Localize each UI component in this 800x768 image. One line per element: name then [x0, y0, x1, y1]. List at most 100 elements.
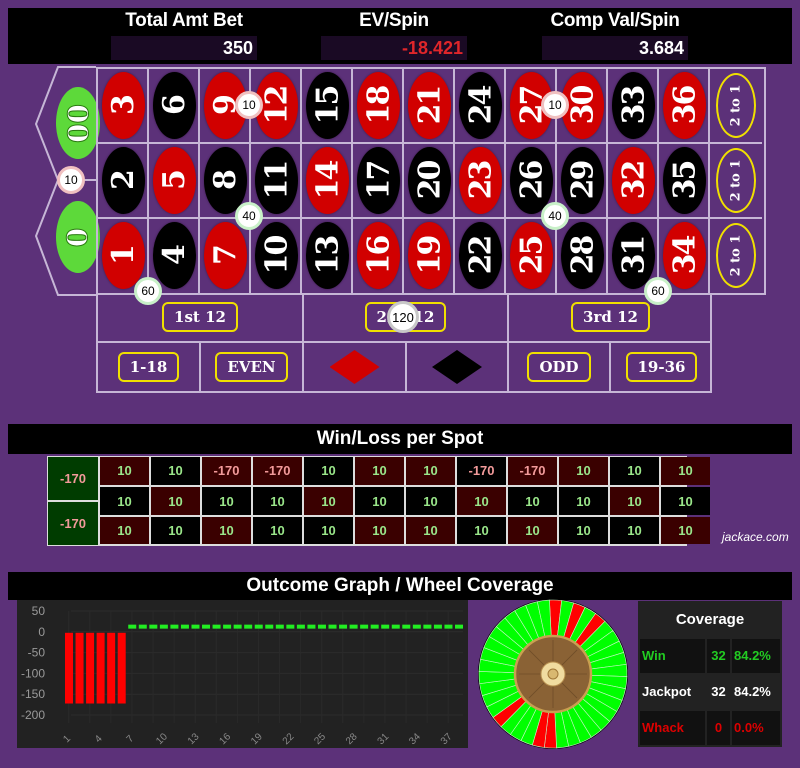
- column-bet-1[interactable]: 2 to 1: [710, 219, 762, 294]
- number-label: 29: [565, 161, 600, 200]
- number-oval: 20: [408, 147, 451, 214]
- number-label: 19: [412, 236, 447, 275]
- comp-spin-value: 3.684: [542, 36, 688, 60]
- spot-15[interactable]: 15: [302, 69, 353, 144]
- number-label: 15: [310, 86, 345, 125]
- dozen-1st[interactable]: 1st 12: [98, 293, 304, 341]
- spot-28[interactable]: 28: [557, 219, 608, 294]
- spot-36[interactable]: 36: [659, 69, 710, 144]
- number-label: 20: [412, 161, 447, 200]
- number-oval: 32: [612, 147, 655, 214]
- spot-00[interactable]: 00: [56, 87, 100, 159]
- spot-23[interactable]: 23: [455, 144, 506, 219]
- coverage-title: Coverage: [675, 611, 745, 628]
- spot-21[interactable]: 21: [404, 69, 455, 144]
- number-oval: 6: [153, 72, 196, 139]
- number-oval: 18: [357, 72, 400, 139]
- number-label: 24: [463, 86, 498, 125]
- winloss-cell: 10: [253, 487, 302, 516]
- spot-6[interactable]: 6: [149, 69, 200, 144]
- x-tick-label: 34: [407, 731, 423, 747]
- bar: [370, 624, 379, 629]
- bar: [402, 624, 411, 629]
- number-label: 25: [514, 236, 549, 275]
- column-oval: 2 to 1: [716, 73, 756, 138]
- bet-19-36[interactable]: 19-36: [611, 343, 712, 391]
- bet-black[interactable]: [407, 343, 509, 391]
- winloss-grid: -170 -170 10 10 -170 -170 10 10 10 -170 -170 10 10 10…: [47, 456, 710, 546]
- spot-24[interactable]: 24: [455, 69, 506, 144]
- chip[interactable]: 10: [57, 166, 85, 194]
- winloss-cell: -170: [48, 457, 98, 500]
- spot-35[interactable]: 35: [659, 144, 710, 219]
- coverage-jackpot-count: 32: [711, 684, 726, 699]
- number-oval: 5: [153, 147, 196, 214]
- dozen-3rd[interactable]: 3rd 12: [509, 293, 712, 341]
- y-tick-label: 50: [32, 604, 46, 618]
- winloss-cell: 10: [100, 487, 149, 516]
- coverage-jackpot-pct: 84.2%: [734, 684, 771, 699]
- spot-18[interactable]: 18: [353, 69, 404, 144]
- x-tick-label: 7: [125, 733, 137, 745]
- winloss-title: Win/Loss per Spot: [8, 424, 792, 454]
- roulette-table: 00 0 3 6 9 12 15 18 21 24 27 30 33 36 2 5 8 11 14 17 20 23 2…: [0, 64, 800, 396]
- spot-25[interactable]: 25: [506, 219, 557, 294]
- chip[interactable]: 120: [387, 301, 419, 333]
- coverage-row-win: Win 32 84.2%: [640, 639, 780, 673]
- number-label: 23: [463, 161, 498, 200]
- column-bet-2[interactable]: 2 to 1: [710, 144, 762, 219]
- spot-22[interactable]: 22: [455, 219, 506, 294]
- spot-16[interactable]: 16: [353, 219, 404, 294]
- number-label: 1: [106, 246, 141, 265]
- wheel-svg: [478, 599, 628, 749]
- number-oval: 29: [561, 147, 604, 214]
- stats-panel: Total Amt Bet 350 EV/Spin -18.421 Comp V…: [8, 8, 792, 64]
- bar: [391, 624, 400, 629]
- spot-10[interactable]: 10: [251, 219, 302, 294]
- x-tick-label: 25: [312, 731, 328, 747]
- number-label: 13: [310, 236, 345, 275]
- spot-14[interactable]: 14: [302, 144, 353, 219]
- chip[interactable]: 40: [235, 202, 263, 230]
- bar: [202, 624, 211, 629]
- spot-3[interactable]: 3: [98, 69, 149, 144]
- chip[interactable]: 10: [235, 91, 263, 119]
- bet-red[interactable]: [304, 343, 407, 391]
- spot-2[interactable]: 2: [98, 144, 149, 219]
- chip[interactable]: 60: [134, 277, 162, 305]
- number-oval: 11: [255, 147, 298, 214]
- bet-1-18[interactable]: 1-18: [98, 343, 201, 391]
- bet-odd[interactable]: ODD: [509, 343, 611, 391]
- spot-32[interactable]: 32: [608, 144, 659, 219]
- chip[interactable]: 40: [541, 202, 569, 230]
- coverage-whack-pct: 0.0%: [732, 711, 780, 745]
- spot-20[interactable]: 20: [404, 144, 455, 219]
- bar: [212, 624, 221, 629]
- spot-0[interactable]: 0: [56, 201, 100, 273]
- red-diamond-icon: [329, 350, 380, 384]
- number-label: 4: [157, 246, 192, 265]
- coverage-panel: Coverage Win 32 84.2% Jackpot 32 84.2% W…: [638, 601, 782, 747]
- winloss-cell: 10: [355, 457, 404, 485]
- spot-19[interactable]: 19: [404, 219, 455, 294]
- bet-even[interactable]: EVEN: [201, 343, 304, 391]
- spot-5[interactable]: 5: [149, 144, 200, 219]
- winloss-cell: 10: [355, 516, 404, 545]
- chip[interactable]: 60: [644, 277, 672, 305]
- spot-13[interactable]: 13: [302, 219, 353, 294]
- winloss-cell: 10: [151, 457, 200, 485]
- spot-7[interactable]: 7: [200, 219, 251, 294]
- x-tick-label: 4: [93, 733, 105, 745]
- credit-link[interactable]: jackace.com: [722, 530, 789, 544]
- bar: [328, 624, 337, 629]
- column-bet-3[interactable]: 2 to 1: [710, 69, 762, 144]
- ev-spin-stat: EV/Spin -18.421: [321, 8, 467, 60]
- spot-33[interactable]: 33: [608, 69, 659, 144]
- spot-17[interactable]: 17: [353, 144, 404, 219]
- coverage-win-pct: 84.2%: [732, 639, 780, 673]
- number-oval: 36: [663, 72, 706, 139]
- total-bet-stat: Total Amt Bet 350: [111, 8, 257, 60]
- total-bet-label: Total Amt Bet: [125, 10, 243, 31]
- chip[interactable]: 10: [541, 91, 569, 119]
- number-oval: 21: [408, 72, 451, 139]
